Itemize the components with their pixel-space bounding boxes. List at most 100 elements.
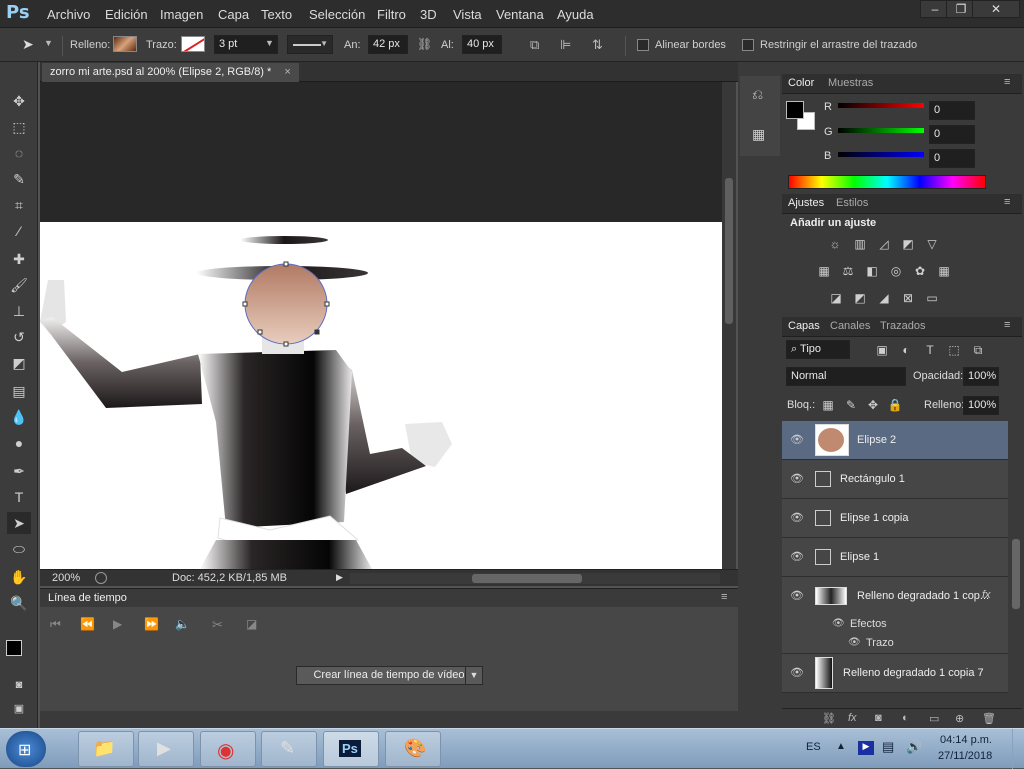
brush-tool-icon[interactable]: 🖌 bbox=[7, 274, 31, 296]
paint-app-icon[interactable]: 🎨 bbox=[385, 731, 441, 767]
gradient-tool-icon[interactable]: ▤ bbox=[7, 380, 31, 402]
layer-row[interactable]: 👁 Relleno degradado 1 cop... fx 👁 Efecto… bbox=[782, 577, 1008, 654]
history-icon[interactable]: ⎌ bbox=[752, 86, 763, 103]
hand-tool-icon[interactable]: ✋ bbox=[7, 566, 31, 588]
filter-smart-object-icon[interactable]: ⧉ bbox=[970, 343, 986, 357]
lock-all-icon[interactable]: 🔒 bbox=[887, 398, 903, 412]
fill-swatch[interactable] bbox=[113, 36, 137, 52]
vibrance-icon[interactable]: ▽ bbox=[924, 237, 940, 251]
panel-menu-icon[interactable]: ≡ bbox=[1004, 196, 1010, 208]
filter-type-icon[interactable]: T bbox=[922, 343, 938, 357]
menu-ventana[interactable]: Ventana bbox=[496, 7, 544, 22]
screen-mode-icon[interactable]: ▣ bbox=[7, 698, 31, 720]
green-value[interactable]: 0 bbox=[929, 125, 975, 144]
eye-icon[interactable]: 👁 bbox=[832, 618, 845, 629]
anchor-point[interactable] bbox=[257, 329, 263, 335]
group-folder-icon[interactable]: ▭ bbox=[929, 712, 939, 725]
chevron-down-icon[interactable]: ▼ bbox=[44, 38, 53, 48]
hue-saturation-icon[interactable]: ▦ bbox=[816, 264, 832, 278]
lock-transparency-icon[interactable]: ▦ bbox=[820, 398, 836, 412]
status-arrow-icon[interactable]: ▶ bbox=[336, 572, 343, 583]
horizontal-scrollbar[interactable] bbox=[350, 573, 720, 584]
blur-tool-icon[interactable]: 💧 bbox=[7, 406, 31, 428]
crop-tool-icon[interactable]: ⌗ bbox=[7, 194, 31, 216]
chrome-icon[interactable]: ◉ bbox=[200, 731, 256, 767]
audio-icon[interactable]: 🔈 bbox=[175, 617, 190, 631]
eye-icon[interactable]: 👁 bbox=[790, 472, 804, 486]
color-spectrum-bar[interactable] bbox=[788, 175, 986, 189]
opacity-field[interactable]: 100% bbox=[963, 367, 999, 386]
blend-mode-dropdown[interactable]: Normal bbox=[786, 367, 906, 386]
fx-badge[interactable]: fx bbox=[982, 589, 991, 601]
quick-mask-icon[interactable]: ◙ bbox=[7, 674, 31, 696]
scroll-thumb[interactable] bbox=[725, 178, 733, 324]
width-field[interactable]: 42 px bbox=[368, 35, 408, 54]
eye-icon[interactable]: 👁 bbox=[790, 511, 804, 525]
panel-menu-icon[interactable]: ≡ bbox=[1004, 76, 1010, 88]
tab-adjustments[interactable]: Ajustes bbox=[782, 197, 830, 209]
red-slider[interactable] bbox=[838, 103, 924, 108]
eye-icon[interactable]: 👁 bbox=[848, 637, 861, 648]
next-frame-icon[interactable]: ⏩ bbox=[144, 617, 159, 631]
eyedropper-tool-icon[interactable]: ⁄ bbox=[7, 220, 31, 242]
lock-position-icon[interactable]: ✥ bbox=[865, 398, 881, 412]
menu-seleccion[interactable]: Selección bbox=[309, 7, 365, 22]
language-indicator[interactable]: ES bbox=[806, 741, 821, 753]
filter-shape-icon[interactable]: ⬚ bbox=[946, 343, 962, 357]
fill-field[interactable]: 100% bbox=[963, 396, 999, 415]
foreground-color-swatch[interactable] bbox=[6, 640, 22, 656]
align-edges-checkbox[interactable] bbox=[637, 39, 649, 51]
layer-row[interactable]: 👁 Elipse 1 copia bbox=[782, 499, 1008, 538]
healing-brush-tool-icon[interactable]: ✚ bbox=[7, 248, 31, 270]
invert-icon[interactable]: ◪ bbox=[828, 291, 844, 305]
menu-archivo[interactable]: Archivo bbox=[47, 7, 90, 22]
exposure-icon[interactable]: ◩ bbox=[900, 237, 916, 251]
trash-icon[interactable]: 🗑 bbox=[982, 712, 996, 725]
menu-capa[interactable]: Capa bbox=[218, 7, 249, 22]
clock-time[interactable]: 04:14 p.m. bbox=[940, 734, 992, 746]
transition-icon[interactable]: ◪ bbox=[246, 617, 257, 631]
anchor-point[interactable] bbox=[314, 329, 320, 335]
red-value[interactable]: 0 bbox=[929, 101, 975, 120]
volume-icon[interactable]: 🔊 bbox=[906, 739, 922, 755]
anchor-point[interactable] bbox=[283, 341, 289, 347]
lock-pixels-icon[interactable]: ✎ bbox=[843, 398, 859, 412]
file-explorer-icon[interactable]: 📁 bbox=[78, 731, 134, 767]
menu-3d[interactable]: 3D bbox=[420, 7, 437, 22]
layer-row[interactable]: 👁 Elipse 1 bbox=[782, 538, 1008, 577]
prev-frame-icon[interactable]: ⏪ bbox=[80, 617, 95, 631]
color-lookup-icon[interactable]: ▦ bbox=[936, 264, 952, 278]
layer-row[interactable]: 👁 Relleno degradado 1 copia 7 bbox=[782, 654, 1008, 693]
network-icon[interactable]: ▤ bbox=[882, 739, 894, 755]
pen-tool-icon[interactable]: ✒ bbox=[7, 460, 31, 482]
scroll-thumb[interactable] bbox=[472, 574, 582, 583]
eye-icon[interactable]: 👁 bbox=[790, 433, 804, 447]
zoom-tool-icon[interactable]: 🔍 bbox=[7, 592, 31, 614]
eye-icon[interactable]: 👁 bbox=[790, 589, 804, 603]
menu-ayuda[interactable]: Ayuda bbox=[557, 7, 594, 22]
properties-icon[interactable]: ▦ bbox=[752, 126, 765, 143]
document-canvas[interactable] bbox=[40, 222, 722, 569]
eraser-tool-icon[interactable]: ◩ bbox=[7, 352, 31, 374]
threshold-icon[interactable]: ◢ bbox=[876, 291, 892, 305]
dodge-tool-icon[interactable]: ● bbox=[7, 432, 31, 454]
clone-stamp-tool-icon[interactable]: ⊥ bbox=[7, 300, 31, 322]
photo-filter-icon[interactable]: ◎ bbox=[888, 264, 904, 278]
chevron-down-icon[interactable]: ▼ bbox=[265, 38, 274, 48]
move-tool-icon[interactable]: ✥ bbox=[7, 90, 31, 112]
black-white-icon[interactable]: ◧ bbox=[864, 264, 880, 278]
eye-icon[interactable]: 👁 bbox=[790, 666, 804, 680]
layers-scrollbar[interactable] bbox=[1010, 421, 1022, 707]
tab-paths[interactable]: Trazados bbox=[874, 320, 931, 332]
blue-value[interactable]: 0 bbox=[929, 149, 975, 168]
filter-adjustment-icon[interactable]: ◐ bbox=[898, 343, 914, 357]
start-button[interactable]: ⊞ bbox=[6, 731, 46, 767]
path-alignment-icon[interactable]: ⊫ bbox=[560, 37, 571, 53]
quick-selection-tool-icon[interactable]: ✎ bbox=[7, 168, 31, 190]
panel-menu-icon[interactable]: ≡ bbox=[721, 591, 727, 603]
add-mask-icon[interactable]: ◙ bbox=[875, 712, 882, 724]
tab-swatches[interactable]: Muestras bbox=[822, 77, 879, 89]
path-operations-icon[interactable]: ⧉ bbox=[530, 37, 539, 53]
close-icon[interactable]: × bbox=[284, 66, 290, 78]
color-balance-icon[interactable]: ⚖ bbox=[840, 264, 856, 278]
